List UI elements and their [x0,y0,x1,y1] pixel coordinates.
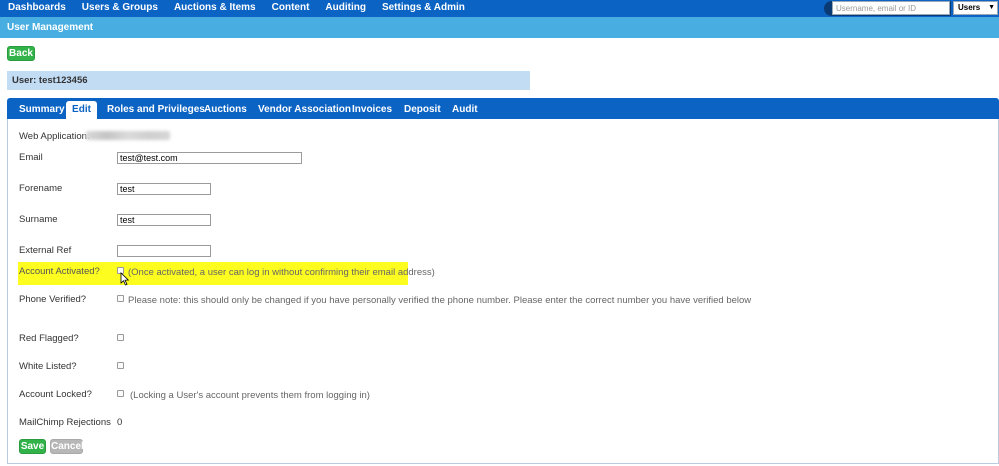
section-header: User Management [0,17,999,38]
external-ref-field[interactable] [117,245,211,257]
menu-settings-admin[interactable]: Settings & Admin [374,0,473,17]
tab-auctions[interactable]: Auctions [204,101,247,119]
chevron-down-icon: ▼ [988,4,995,11]
tab-invoices[interactable]: Invoices [352,101,392,119]
edit-panel [7,119,999,464]
menu-users-groups[interactable]: Users & Groups [74,0,166,17]
tab-edit[interactable]: Edit [66,101,97,119]
tab-summary[interactable]: Summary [19,101,65,119]
white-listed-checkbox[interactable] [117,362,124,369]
tab-bar: Summary Edit Roles and Privileges Auctio… [7,98,999,119]
search-scope-select[interactable]: Users ▼ [953,1,998,15]
email-field[interactable] [117,152,302,164]
tab-deposit[interactable]: Deposit [404,101,441,119]
tab-vendor-association[interactable]: Vendor Association [258,101,351,119]
email-label: Email [19,152,43,163]
phone-verified-checkbox[interactable] [117,295,124,302]
external-ref-label: External Ref [19,245,72,256]
menu-auditing[interactable]: Auditing [317,0,374,17]
cancel-button[interactable]: Cancel [50,439,84,454]
save-button[interactable]: Save [19,439,46,454]
mailchimp-rejections-label: MailChimp Rejections [19,417,111,428]
section-title: User Management [7,22,94,33]
search-scope-value: Users [958,3,981,12]
red-flagged-label: Red Flagged? [19,333,79,344]
tab-audit[interactable]: Audit [452,101,478,119]
menu-dashboards[interactable]: Dashboards [0,0,74,17]
mouse-cursor-icon [120,272,130,286]
web-application-value-redacted [86,131,170,140]
forename-label: Forename [19,183,63,194]
account-locked-label: Account Locked? [19,389,92,400]
surname-field[interactable] [117,214,211,226]
user-heading: User: test123456 [12,75,88,86]
account-locked-note: (Locking a User's account prevents them … [130,390,370,401]
tab-roles-privileges[interactable]: Roles and Privileges [107,101,205,119]
phone-verified-label: Phone Verified? [19,294,87,305]
phone-verified-note: Please note: this should only be changed… [128,295,752,306]
forename-field[interactable] [117,183,211,195]
surname-label: Surname [19,214,58,225]
search-input[interactable] [832,1,950,15]
back-button[interactable]: Back [7,46,35,61]
mailchimp-rejections-value: 0 [117,417,123,428]
account-locked-checkbox[interactable] [117,390,124,397]
user-heading-bar: User: test123456 [7,71,530,90]
account-activated-label: Account Activated? [19,266,100,277]
red-flagged-checkbox[interactable] [117,334,124,341]
main-menu: Dashboards Users & Groups Auctions & Ite… [0,0,473,17]
account-activated-note: (Once activated, a user can log in witho… [128,267,435,278]
menu-content[interactable]: Content [264,0,318,17]
web-application-label: Web Application: [19,131,90,142]
white-listed-label: White Listed? [19,361,77,372]
menu-auctions-items[interactable]: Auctions & Items [166,0,264,17]
